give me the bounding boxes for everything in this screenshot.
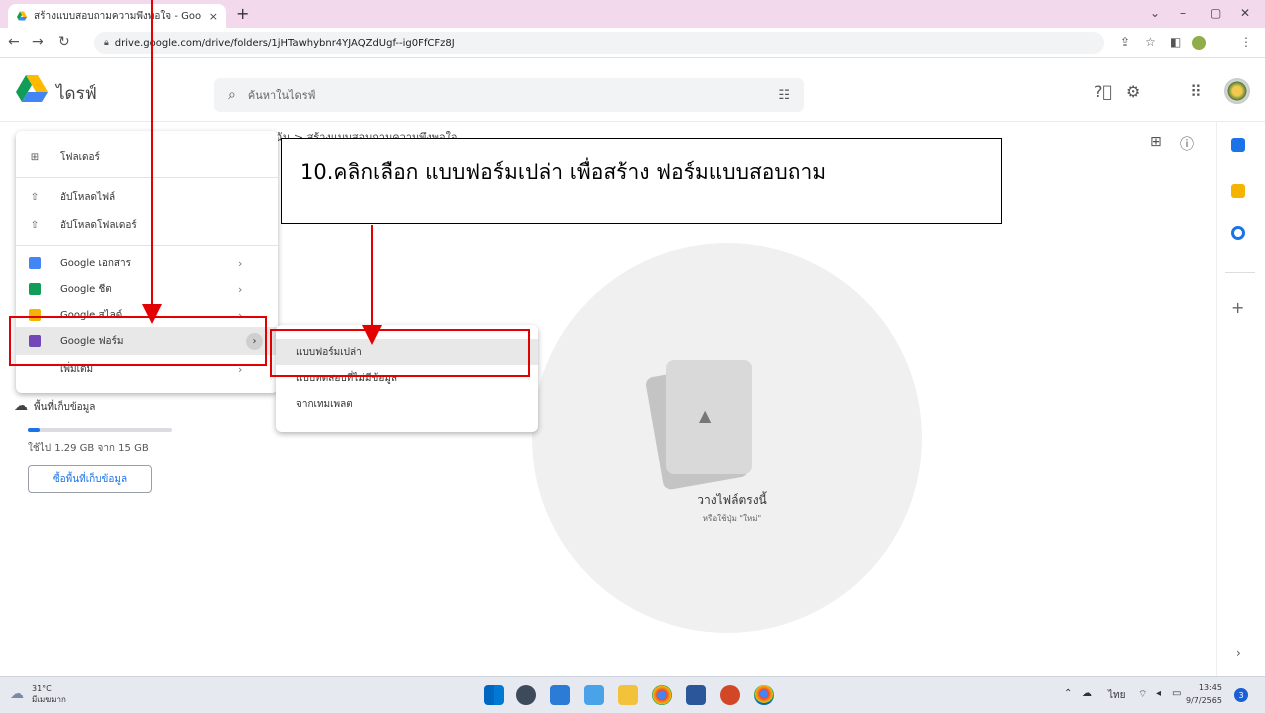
- date: 9/7/2565: [1186, 696, 1222, 705]
- restore-icon[interactable]: ▢: [1210, 6, 1221, 20]
- notification-badge[interactable]: 3: [1234, 688, 1248, 702]
- weather-widget[interactable]: ☁ 31°C มีเมฆมาก: [10, 683, 66, 705]
- temperature: 31°C: [32, 684, 52, 693]
- side-divider: [1225, 272, 1255, 273]
- menu-item-docs[interactable]: Google เอกสาร ›: [16, 249, 278, 277]
- gear-icon[interactable]: ⚙: [1126, 82, 1140, 101]
- chrome-icon[interactable]: [652, 685, 672, 705]
- search-bar[interactable]: ⌕ ค้นหาในไดรฟ์ ☷: [214, 78, 804, 112]
- reload-icon[interactable]: ↻: [58, 34, 70, 50]
- url-text: drive.google.com/drive/folders/1jHTawhyb…: [114, 37, 455, 49]
- menu-item-label: อัปโหลดไฟล์: [60, 191, 116, 203]
- menu-item-folder[interactable]: ⊞ โฟลเดอร์: [16, 143, 278, 171]
- buy-storage-button[interactable]: ซื้อพื้นที่เก็บข้อมูล: [28, 465, 152, 493]
- browser-tab[interactable]: สร้างแบบสอบถามความพึงพอใจ - Goo ×: [8, 4, 226, 28]
- share-icon[interactable]: ⇪: [1120, 35, 1130, 49]
- info-icon[interactable]: ⓘ: [1180, 134, 1194, 154]
- chrome-active-icon[interactable]: [754, 685, 774, 705]
- drive-logo-text[interactable]: ไดรฟ์: [56, 80, 97, 107]
- storage-used-text: ใช้ไป 1.29 GB จาก 15 GB: [28, 443, 149, 454]
- browser-tab-strip: สร้างแบบสอบถามความพึงพอใจ - Goo × + ⌄ – …: [0, 0, 1265, 28]
- cloud-weather-icon: ☁: [10, 686, 24, 702]
- lock-icon: 🔒︎: [104, 38, 109, 48]
- chevron-right-icon: ›: [238, 282, 243, 296]
- highlight-box-blank-form: [270, 329, 530, 377]
- google-drive-icon: [17, 11, 27, 21]
- drive-logo-icon[interactable]: [16, 74, 48, 102]
- cloud-icon: ☁: [14, 398, 28, 414]
- taskbar-search-icon[interactable]: [516, 685, 536, 705]
- wifi-icon[interactable]: ⌔: [1138, 688, 1147, 701]
- help-icon[interactable]: ?⃝: [1094, 82, 1112, 101]
- drive-mono-icon: ▲: [699, 406, 712, 425]
- bookmark-star-icon[interactable]: ☆: [1145, 35, 1156, 49]
- menu-item-label: อัปโหลดโฟลเดอร์: [60, 219, 137, 231]
- clock[interactable]: 13:45 9/7/2565: [1186, 681, 1222, 707]
- apps-grid-icon[interactable]: ⠿: [1190, 82, 1202, 101]
- close-window-icon[interactable]: ✕: [1240, 6, 1250, 20]
- search-icon[interactable]: ⌕: [228, 87, 236, 103]
- tray-overflow-icon[interactable]: ⌃: [1064, 688, 1072, 699]
- profile-avatar[interactable]: [1192, 36, 1206, 50]
- language-indicator[interactable]: ไทย: [1108, 688, 1125, 703]
- grid-view-icon[interactable]: ⊞: [1150, 134, 1162, 150]
- upload-file-icon: ⇧: [30, 191, 40, 203]
- battery-icon[interactable]: ▭: [1172, 688, 1181, 699]
- add-addon-icon[interactable]: +: [1231, 298, 1244, 317]
- highlight-box-forms: [9, 316, 267, 366]
- menu-divider: [16, 177, 278, 178]
- calendar-icon[interactable]: [1231, 138, 1245, 152]
- back-icon[interactable]: ←: [8, 34, 20, 50]
- tasks-icon[interactable]: [1231, 226, 1245, 240]
- menu-item-label: Google ชีต: [60, 283, 112, 295]
- browser-menu-icon[interactable]: ⋮: [1240, 35, 1252, 49]
- onedrive-icon[interactable]: ☁: [1082, 688, 1092, 699]
- menu-item-upload-folder[interactable]: ⇧ อัปโหลดโฟลเดอร์: [16, 211, 278, 239]
- upload-folder-icon: ⇧: [30, 219, 40, 231]
- browser-toolbar: ← → ↻ 🔒︎ drive.google.com/drive/folders/…: [0, 28, 1265, 58]
- menu-item-sheets[interactable]: Google ชีต ›: [16, 275, 278, 303]
- forward-icon[interactable]: →: [32, 34, 44, 50]
- powerpoint-icon[interactable]: [720, 685, 740, 705]
- menu-item-label: โฟลเดอร์: [60, 151, 100, 163]
- search-input[interactable]: ค้นหาในไดรฟ์: [248, 86, 316, 104]
- side-panel-icon[interactable]: ◧: [1170, 35, 1181, 49]
- keep-icon[interactable]: [1231, 184, 1245, 198]
- menu-divider: [16, 245, 278, 246]
- docs-icon: [29, 257, 41, 269]
- time: 13:45: [1198, 683, 1222, 692]
- storage-bar-fill: [28, 428, 41, 432]
- storage-bar: [28, 428, 172, 432]
- drive-header: ไดรฟ์ ⌕ ค้นหาในไดรฟ์ ☷ ?⃝ ⚙ ⠿: [0, 58, 1265, 122]
- word-icon[interactable]: [686, 685, 706, 705]
- tab-title: สร้างแบบสอบถามความพึงพอใจ - Goo: [34, 10, 202, 22]
- drop-zone-title: วางไฟล์ตรงนี้: [697, 493, 767, 507]
- instruction-callout: 10.คลิกเลือก แบบฟอร์มเปล่า เพื่อสร้าง ฟอ…: [281, 138, 1002, 224]
- drop-card-front: ▲: [666, 360, 752, 474]
- search-options-icon[interactable]: ☷: [778, 88, 790, 103]
- storage-label[interactable]: พื้นที่เก็บข้อมูล: [34, 400, 95, 415]
- new-folder-icon: ⊞: [30, 151, 40, 163]
- side-panel: +: [1216, 122, 1265, 676]
- photos-icon[interactable]: [584, 685, 604, 705]
- minimize-icon[interactable]: –: [1180, 6, 1186, 20]
- expand-panel-icon[interactable]: ›: [1236, 646, 1241, 660]
- file-explorer-icon[interactable]: [618, 685, 638, 705]
- menu-item-label: Google เอกสาร: [60, 257, 132, 269]
- new-tab-button[interactable]: +: [236, 4, 249, 24]
- address-bar[interactable]: 🔒︎ drive.google.com/drive/folders/1jHTaw…: [94, 32, 1104, 54]
- chevron-right-icon: ›: [238, 256, 243, 270]
- weather-text: มีเมฆมาก: [32, 695, 66, 704]
- windows-taskbar: ☁ 31°C มีเมฆมาก ⌃ ☁ ไทย ⌔ ◂ ▭ 13:45 9/7/…: [0, 676, 1265, 713]
- volume-icon[interactable]: ◂: [1156, 688, 1161, 699]
- sheets-icon: [29, 283, 41, 295]
- menu-item-upload-file[interactable]: ⇧ อัปโหลดไฟล์: [16, 183, 278, 211]
- drop-zone-subtitle: หรือใช้ปุ่ม "ใหม่": [702, 514, 762, 523]
- tab-search-icon[interactable]: ⌄: [1150, 6, 1160, 20]
- submenu-item-template[interactable]: จากเทมเพลต: [276, 391, 538, 417]
- calculator-icon[interactable]: [550, 685, 570, 705]
- account-avatar[interactable]: [1224, 78, 1250, 104]
- start-icon[interactable]: [484, 685, 504, 705]
- tab-close-icon[interactable]: ×: [209, 10, 218, 23]
